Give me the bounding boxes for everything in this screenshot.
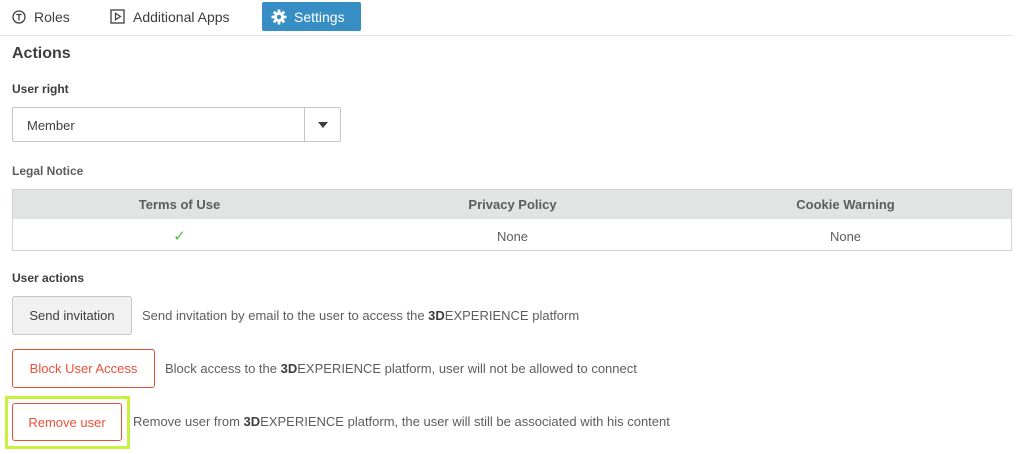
user-right-select[interactable]: Member [12, 107, 341, 142]
remove-user-button[interactable]: Remove user [12, 403, 122, 441]
block-user-access-description: Block access to the 3DEXPERIENCE platfor… [165, 361, 637, 376]
select-divider [304, 108, 305, 141]
column-header-privacy-policy: Privacy Policy [468, 197, 557, 212]
privacy-policy-value: None [496, 229, 529, 244]
terms-of-use-status: ✓ [13, 227, 346, 245]
check-icon: ✓ [173, 228, 186, 245]
tab-roles-label: Roles [34, 8, 70, 25]
roles-icon [12, 9, 26, 24]
tab-settings-label: Settings [294, 8, 345, 25]
send-invitation-button[interactable]: Send invitation [12, 296, 132, 335]
legal-notice-label: Legal Notice [12, 164, 84, 178]
user-actions-label: User actions [12, 271, 85, 285]
send-invitation-description: Send invitation by email to the user to … [142, 308, 580, 323]
cookie-warning-value: None [829, 229, 862, 244]
user-right-label: User right [12, 82, 69, 96]
caret-down-icon[interactable] [318, 122, 328, 128]
column-header-terms-of-use: Terms of Use [138, 197, 221, 212]
tab-roles[interactable]: Roles [12, 2, 70, 31]
tab-bar: Roles Additional Apps Settings [0, 0, 1012, 36]
tab-additional-apps-label: Additional Apps [133, 8, 230, 25]
tab-settings[interactable]: Settings [262, 2, 361, 31]
play-box-icon [110, 9, 125, 24]
tab-additional-apps[interactable]: Additional Apps [110, 2, 230, 31]
gear-icon [271, 9, 287, 25]
remove-user-description: Remove user from 3DEXPERIENCE platform, … [133, 414, 670, 429]
section-title-actions: Actions [12, 45, 71, 62]
column-header-cookie-warning: Cookie Warning [796, 197, 895, 212]
block-user-access-button[interactable]: Block User Access [12, 349, 155, 388]
user-right-value: Member [27, 118, 75, 133]
legal-notice-table: Terms of Use Privacy Policy Cookie Warni… [12, 189, 1012, 251]
